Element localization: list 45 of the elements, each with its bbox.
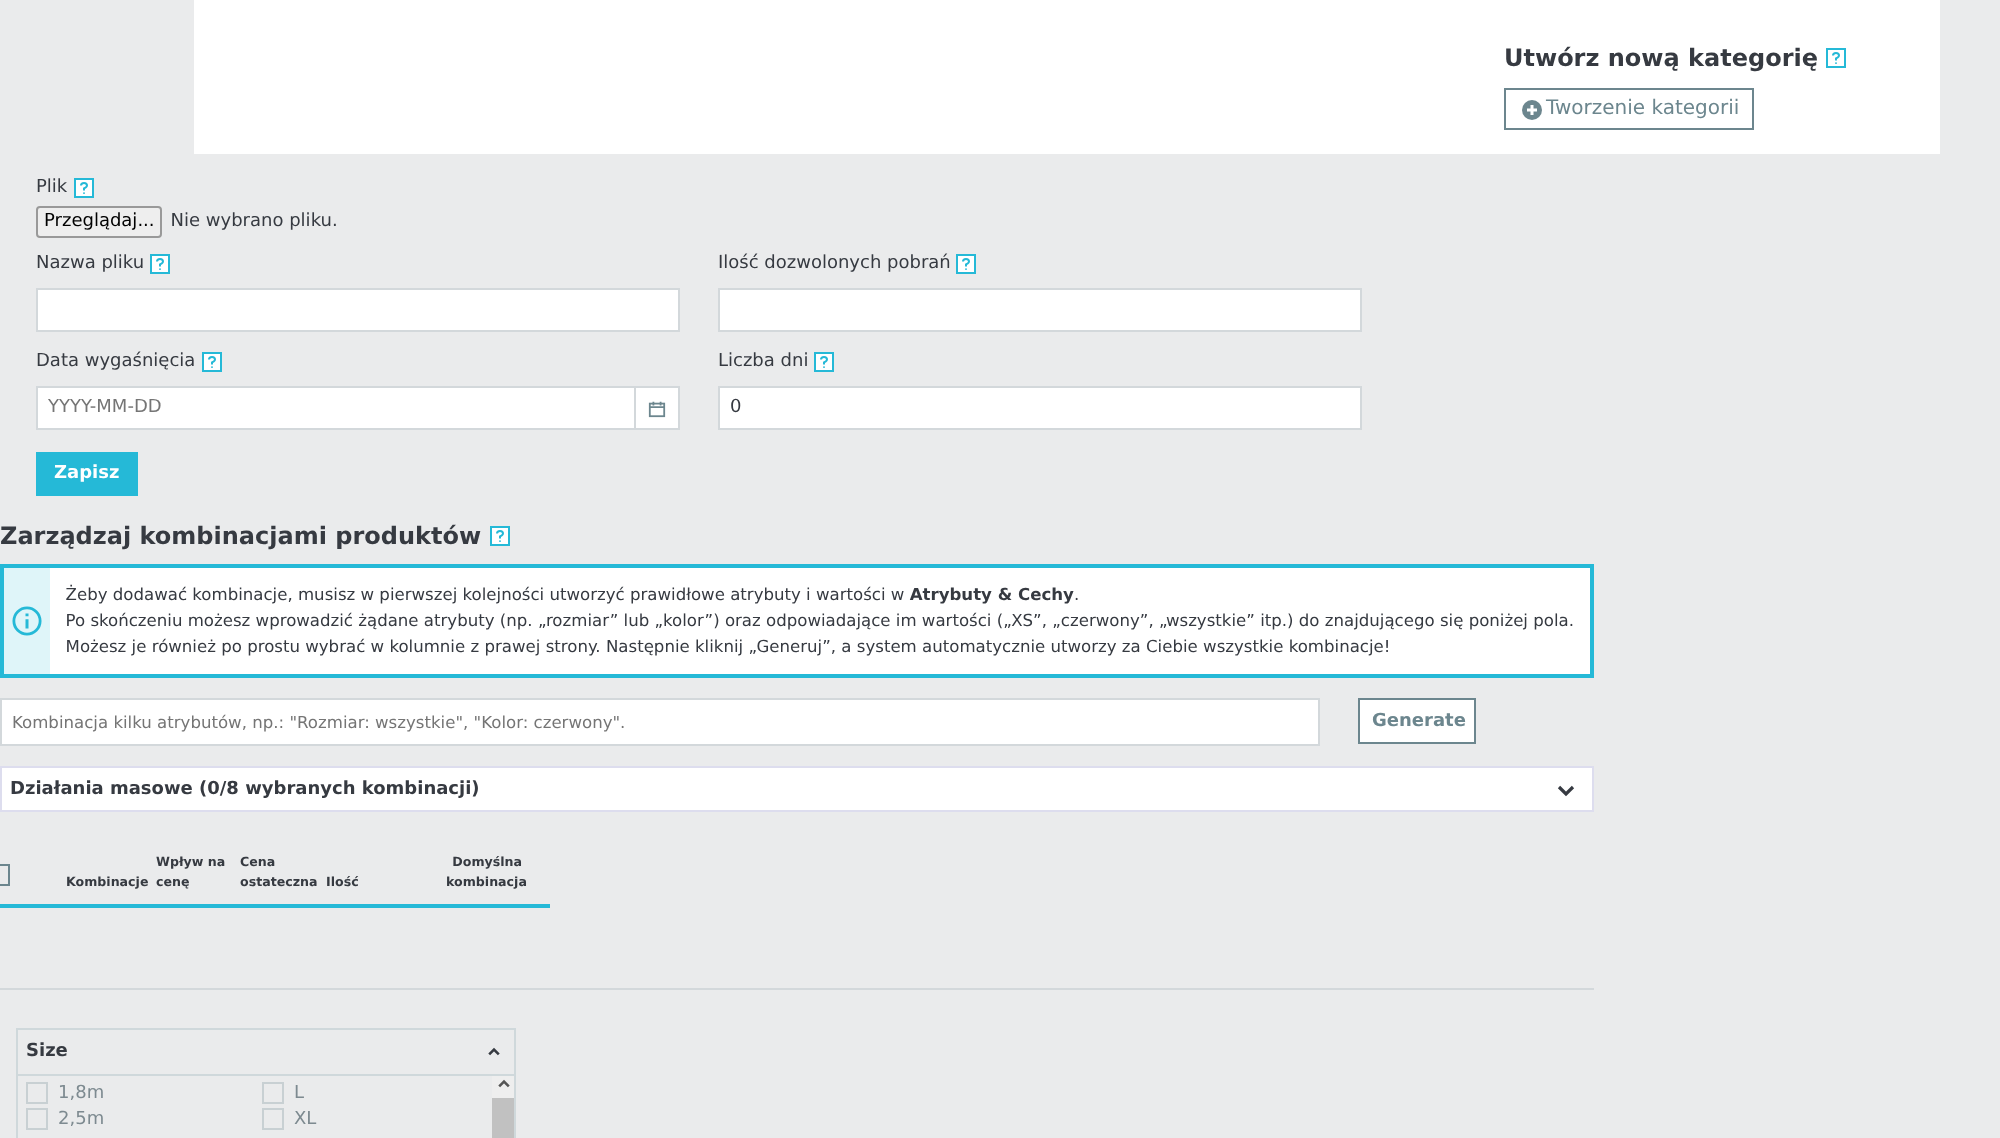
bulk-actions-bar[interactable]: Działania masowe (0/8 wybranych kombinacji) (0, 766, 1594, 812)
help-icon (489, 526, 510, 546)
bulk-actions-label: Działania masowe (0/8 wybranych kombinacji) (10, 779, 480, 799)
browse-button[interactable]: Przeglądaj... (36, 206, 163, 238)
section-title: Utwórz nową kategorię (1504, 44, 1818, 72)
field-label: Data wygaśnięcia (36, 352, 196, 372)
create-category-button[interactable]: Tworzenie kategorii (1504, 88, 1754, 130)
text-field[interactable] (718, 288, 1362, 332)
text-field[interactable]: 0 (718, 386, 1362, 430)
field-label: Nazwa pliku (36, 254, 145, 274)
help-icon (814, 352, 835, 372)
text-field[interactable] (36, 288, 680, 332)
calendar-button[interactable] (636, 386, 680, 430)
checkbox[interactable] (262, 1108, 284, 1130)
file-status: Nie wybrano pliku. (170, 212, 338, 232)
field-label: Liczba dni (718, 352, 809, 372)
help-icon (1826, 48, 1846, 68)
scroll-up-icon[interactable] (495, 1076, 511, 1092)
checkbox[interactable] (26, 1082, 48, 1104)
info-text: Możesz je również po prostu wybrać w kolumnie z prawej strony. Następnie kliknij „Generuj”, a system automatycznie utworzy za Ciebie wszystkie kombinacje! (65, 634, 1393, 660)
info-icon (11, 606, 42, 636)
help-icon (201, 352, 222, 372)
combination-field[interactable]: Kombinacja kilku atrybutów, np.: "Rozmiar: wszystkie", "Kolor: czerwony". (0, 698, 1320, 746)
help-icon (73, 178, 94, 198)
checkbox[interactable] (262, 1082, 284, 1104)
help-icon (150, 254, 171, 274)
scrollbar[interactable] (492, 1076, 514, 1138)
date-field[interactable]: YYYY-MM-DD (36, 386, 636, 430)
value-label: 1,8m (58, 1083, 105, 1103)
value-label: 2,5m (58, 1109, 105, 1129)
checkbox[interactable] (26, 1108, 48, 1130)
chevron-icon[interactable] (486, 1044, 502, 1060)
field-label: Plik (36, 178, 68, 198)
field-label: Ilość dozwolonych pobrań (718, 254, 951, 274)
plus-circle-icon (1522, 99, 1542, 119)
section-title: Zarządzaj kombinacjami produktów (0, 522, 482, 550)
attribute-title: Size (26, 1042, 68, 1062)
help-icon (956, 254, 977, 274)
value-label: XL (294, 1109, 317, 1129)
info-text: Żeby dodawać kombinacje, musisz w pierwszej kolejności utworzyć prawidłowe atrybuty i wartości w Atrybuty & Cechy. (65, 582, 1082, 608)
select-all-checkbox[interactable] (0, 863, 10, 885)
info-text: Po skończeniu możesz wprowadzić żądane atrybuty (np. „rozmiar” lub „kolor”) oraz odpowiadające im wartości („XS”, „czerwony”, „wszystkie” itp.) do znajdującego się poniżej pola. (65, 608, 1574, 634)
generate-button[interactable]: Generate (1358, 698, 1476, 744)
calendar-icon (648, 399, 666, 417)
value-label: L (294, 1083, 305, 1103)
